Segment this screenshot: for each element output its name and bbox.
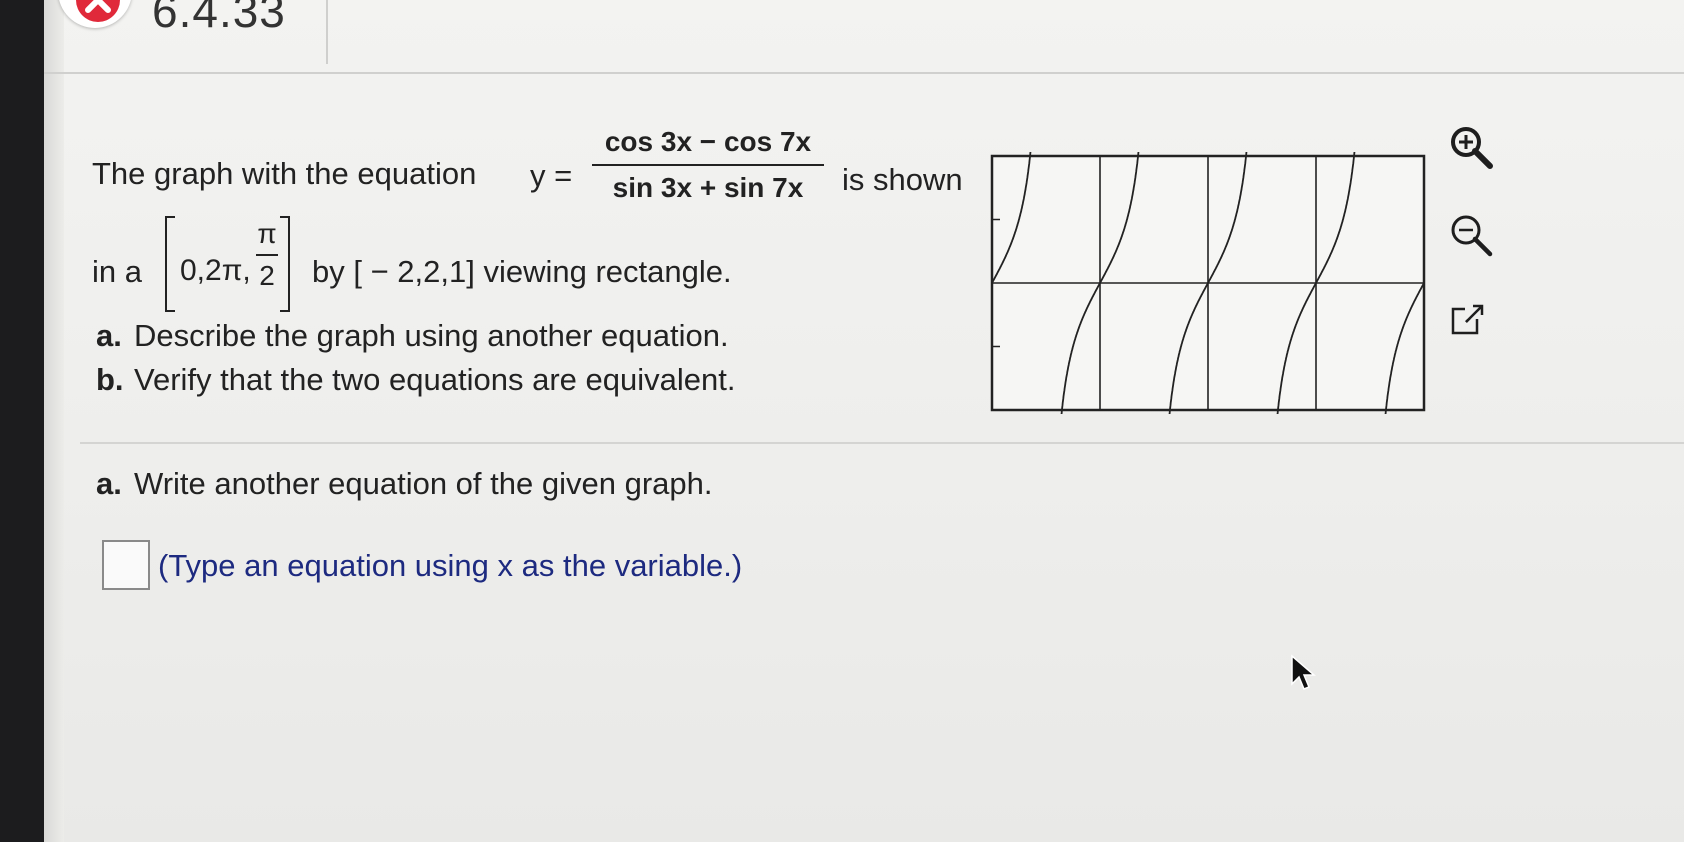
equation-denominator: sin 3x + sin 7x <box>612 172 804 203</box>
by-text: by [ − 2,2,1] viewing rectangle. <box>312 254 732 289</box>
left-bracket <box>165 216 175 312</box>
pi-fraction-bar <box>256 254 278 256</box>
part-a-label: a. <box>96 318 122 353</box>
pi-over-two: π 2 <box>256 218 278 292</box>
answer-prompt: Write another equation of the given grap… <box>134 466 713 501</box>
zoom-in-icon[interactable] <box>1446 122 1498 179</box>
answer-input[interactable] <box>102 540 150 590</box>
question-intro: The graph with the equation <box>92 156 477 191</box>
graph-viewing-rectangle <box>990 152 1426 414</box>
in-a-text: in a <box>92 254 142 289</box>
equation-y: y = <box>530 158 573 193</box>
right-bracket <box>280 216 290 312</box>
answer-part-label: a. <box>96 466 122 501</box>
window-edge <box>44 0 64 842</box>
zoom-out-icon[interactable] <box>1446 210 1498 267</box>
equation-fraction: cos 3x − cos 7x sin 3x + sin 7x <box>590 126 826 204</box>
problem-number: 6.4.33 <box>152 0 286 37</box>
popout-icon[interactable] <box>1448 300 1488 345</box>
answer-hint: (Type an equation using x as the variabl… <box>158 548 743 583</box>
part-b-label: b. <box>96 362 124 397</box>
part-b-text: Verify that the two equations are equiva… <box>134 362 736 397</box>
part-a-text: Describe the graph using another equatio… <box>134 318 729 353</box>
pi-numerator: π <box>257 218 277 249</box>
x-range-text: 0,2π, <box>180 254 251 287</box>
mouse-cursor-icon <box>1290 654 1320 699</box>
header-divider <box>326 0 328 64</box>
app-screen <box>44 0 1684 842</box>
pi-denominator: 2 <box>259 260 275 291</box>
section-divider <box>80 442 1684 444</box>
equation-numerator: cos 3x − cos 7x <box>604 126 812 157</box>
is-shown-text: is shown <box>842 162 963 197</box>
header-divider <box>44 72 1684 74</box>
